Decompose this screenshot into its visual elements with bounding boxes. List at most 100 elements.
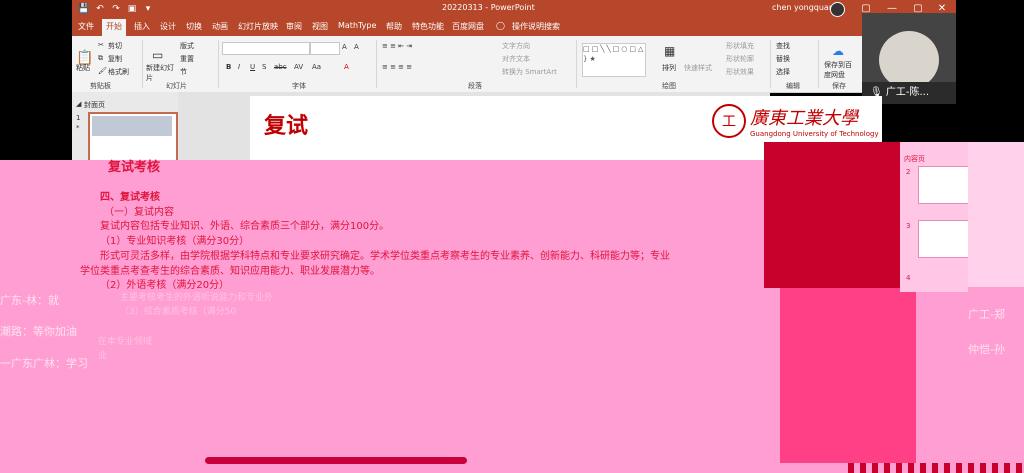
shape-fill-button[interactable]: 形状填充 bbox=[726, 41, 754, 51]
partial-heading: 复试考核 bbox=[108, 160, 161, 175]
grow-font-button[interactable]: A bbox=[342, 43, 347, 51]
tab-view[interactable]: 视图 bbox=[312, 21, 328, 32]
underline-button[interactable]: U bbox=[250, 63, 255, 71]
body-line: 复试内容包括专业知识、外语、综合素质三个部分，满分100分。 bbox=[100, 221, 390, 232]
save-group-label: 保存 bbox=[832, 82, 846, 90]
tab-slideshow[interactable]: 幻灯片放映 bbox=[238, 21, 278, 32]
divider bbox=[218, 40, 219, 88]
tell-me-search[interactable]: 操作说明搜索 bbox=[512, 21, 560, 32]
glitch-stripe bbox=[848, 463, 1024, 473]
tab-animations[interactable]: 动画 bbox=[212, 21, 228, 32]
chat-message: 一广东广林：学习 bbox=[0, 357, 88, 370]
video-tile[interactable]: 🎙 广工-陈... bbox=[862, 13, 956, 104]
font-color-button[interactable]: A bbox=[344, 63, 349, 71]
align-text-button[interactable]: 对齐文本 bbox=[502, 54, 530, 64]
italic-button[interactable]: I bbox=[238, 63, 240, 71]
select-button[interactable]: 选择 bbox=[776, 67, 790, 77]
strikethrough-button[interactable]: abc bbox=[274, 63, 287, 71]
cut-icon[interactable]: ✂ bbox=[98, 41, 104, 49]
section-button[interactable]: 节 bbox=[180, 67, 187, 77]
scroll-bar[interactable] bbox=[205, 457, 467, 464]
tab-design[interactable]: 设计 bbox=[160, 21, 176, 32]
shapes-gallery[interactable]: □□╲╲□○□△↻↳↷☆↝←{ }★ bbox=[582, 43, 646, 77]
arrange-icon[interactable]: ▦ bbox=[664, 44, 675, 58]
slide-number: 3 bbox=[906, 222, 911, 230]
thumbnail-image bbox=[92, 116, 172, 136]
align-icons[interactable]: ≡ ≡ ≡ ≡ bbox=[382, 63, 412, 71]
collapse-icon[interactable]: ◢ bbox=[76, 100, 81, 108]
present-icon[interactable]: ▣ bbox=[126, 3, 138, 15]
section-heading: 四、复试考核 bbox=[100, 192, 160, 203]
bold-button[interactable]: B bbox=[226, 63, 231, 71]
section-label[interactable]: 封面页 bbox=[84, 100, 105, 110]
change-case-button[interactable]: Aa bbox=[312, 63, 321, 71]
format-painter-button[interactable]: 格式刷 bbox=[108, 67, 129, 77]
copy-button[interactable]: 复制 bbox=[108, 54, 122, 64]
body-line: （2）外语考核（满分20分） bbox=[100, 280, 230, 291]
faint-text: 主要考核考生的外语听说能力和专业外 bbox=[120, 293, 274, 303]
ribbon-tabs: 文件 开始 插入 设计 切换 动画 幻灯片放映 审阅 视图 MathType 帮… bbox=[72, 18, 956, 38]
thumbnail-pane: ◢ 封面页 1 * bbox=[72, 92, 178, 164]
tab-file[interactable]: 文件 bbox=[78, 21, 94, 32]
tab-baidu[interactable]: 百度网盘 bbox=[452, 21, 484, 32]
glitch-block bbox=[780, 288, 916, 463]
shadow-button[interactable]: S bbox=[262, 63, 266, 71]
char-spacing-button[interactable]: AV bbox=[294, 63, 303, 71]
divider bbox=[770, 40, 771, 88]
divider bbox=[818, 40, 819, 88]
participant-name: 广工-陈... bbox=[885, 87, 930, 98]
undo-icon[interactable]: ↶ bbox=[94, 3, 106, 15]
find-button[interactable]: 查找 bbox=[776, 41, 790, 51]
quick-styles-button[interactable]: 快速样式 bbox=[684, 63, 712, 73]
document-title: 20220313 - PowerPoint bbox=[442, 3, 535, 12]
university-name-en: Guangdong University of Technology bbox=[750, 130, 879, 138]
university-logo: 工 bbox=[712, 104, 746, 138]
baidu-cloud-icon[interactable]: ☁ bbox=[832, 44, 844, 58]
shape-effects-button[interactable]: 形状效果 bbox=[726, 67, 754, 77]
shape-outline-button[interactable]: 形状轮廓 bbox=[726, 54, 754, 64]
font-name-field[interactable] bbox=[222, 42, 310, 55]
avatar[interactable] bbox=[830, 2, 845, 17]
format-painter-icon[interactable]: 🖌 bbox=[98, 67, 107, 75]
participant-video bbox=[879, 31, 939, 89]
customize-qat-icon[interactable]: ▾ bbox=[142, 3, 154, 15]
title-bar: 💾 ↶ ↷ ▣ ▾ 20220313 - PowerPoint chen yon… bbox=[72, 0, 956, 18]
slide-star: * bbox=[76, 124, 80, 132]
tab-features[interactable]: 特色功能 bbox=[412, 21, 444, 32]
replace-button[interactable]: 替换 bbox=[776, 54, 790, 64]
faint-text: 业 bbox=[98, 351, 108, 361]
divider bbox=[376, 40, 377, 88]
chat-message: 广工-郑 bbox=[968, 308, 1005, 321]
tab-mathtype[interactable]: MathType bbox=[338, 21, 376, 30]
tab-insert[interactable]: 插入 bbox=[134, 21, 150, 32]
shrink-font-button[interactable]: A bbox=[354, 43, 359, 51]
tab-review[interactable]: 审阅 bbox=[286, 21, 302, 32]
tab-transitions[interactable]: 切换 bbox=[186, 21, 202, 32]
new-slide-icon[interactable]: ▭ bbox=[152, 48, 163, 62]
bullets-icon[interactable]: ≡ ≡ ⇤ ⇥ bbox=[382, 42, 412, 50]
save-icon[interactable]: 💾 bbox=[78, 3, 90, 15]
chat-message: 广东-林：就 bbox=[0, 294, 59, 307]
subsection-heading: （一）复试内容 bbox=[104, 207, 174, 218]
arrange-button[interactable]: 排列 bbox=[662, 63, 676, 73]
editing-group-label: 编辑 bbox=[786, 82, 800, 90]
slide-title[interactable]: 复试 bbox=[264, 108, 308, 140]
slide-number: 4 bbox=[906, 274, 911, 282]
smartart-button[interactable]: 转换为 SmartArt bbox=[502, 67, 557, 77]
cut-button[interactable]: 剪切 bbox=[108, 41, 122, 51]
section-label[interactable]: 内容页 bbox=[904, 154, 925, 164]
save-to-baidu-button[interactable]: 保存到百度网盘 bbox=[824, 60, 856, 80]
layout-button[interactable]: 版式 bbox=[180, 41, 194, 51]
paragraph-group-label: 段落 bbox=[468, 82, 482, 90]
user-name[interactable]: chen yongquan bbox=[772, 3, 834, 12]
paste-button[interactable]: 粘贴 bbox=[76, 63, 90, 73]
reset-button[interactable]: 重置 bbox=[180, 54, 194, 64]
redo-icon[interactable]: ↷ bbox=[110, 3, 122, 15]
tab-help[interactable]: 帮助 bbox=[386, 21, 402, 32]
text-direction-button[interactable]: 文字方向 bbox=[502, 41, 530, 51]
font-size-field[interactable] bbox=[310, 42, 340, 55]
faint-text: 在本专业领域 bbox=[98, 337, 153, 347]
new-slide-button[interactable]: 新建幻灯片 bbox=[146, 63, 176, 83]
copy-icon[interactable]: ⧉ bbox=[98, 54, 103, 63]
drawing-group-label: 绘图 bbox=[662, 82, 676, 90]
